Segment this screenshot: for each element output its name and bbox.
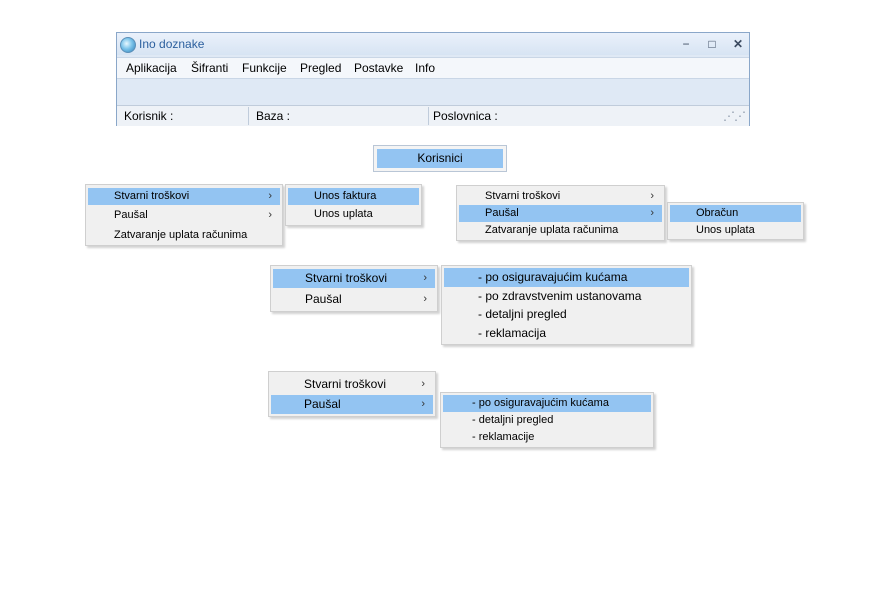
status-poslovnica: Poslovnica : xyxy=(433,109,498,123)
menu-item-detaljni-pregled[interactable]: - detaljni pregled xyxy=(443,412,651,429)
chevron-right-icon: › xyxy=(423,293,427,305)
menu-info[interactable]: Info xyxy=(415,61,435,75)
menu-item-zatvaranje[interactable]: Zatvaranje uplata računima xyxy=(459,222,662,239)
app-globe-icon xyxy=(120,37,136,53)
menu-postavke[interactable]: Postavke xyxy=(354,61,403,75)
chevron-right-icon: › xyxy=(268,209,272,221)
menu-item-unos-uplata[interactable]: Unos uplata xyxy=(288,206,419,223)
chevron-right-icon: › xyxy=(423,272,427,284)
chevron-right-icon: › xyxy=(268,190,272,202)
menu-pregled[interactable]: Pregled xyxy=(300,61,341,75)
menu-3-main: Stvarni troškovi › Paušal › xyxy=(270,265,438,312)
menu-item-pausal[interactable]: Paušal › xyxy=(271,395,433,414)
menu-bar: Aplikacija Šifranti Funkcije Pregled Pos… xyxy=(117,57,749,79)
menu-aplikacija[interactable]: Aplikacija xyxy=(126,61,177,75)
chevron-right-icon: › xyxy=(650,207,654,219)
menu-item-stvarni-troskovi[interactable]: Stvarni troškovi › xyxy=(88,188,280,205)
menu-item-obracun[interactable]: Obračun xyxy=(670,205,801,222)
maximize-button[interactable]: □ xyxy=(701,35,723,53)
title-bar[interactable]: Ino doznake − □ ✕ xyxy=(117,33,749,55)
menu-4-main: Stvarni troškovi › Paušal › xyxy=(268,371,436,417)
menu-1-sub: Unos faktura Unos uplata xyxy=(285,184,422,226)
menu-item-zatvaranje[interactable]: Zatvaranje uplata računima xyxy=(88,227,280,244)
menu-2-main: Stvarni troškovi › Paušal › Zatvaranje u… xyxy=(456,185,665,241)
menu-4-sub: - po osiguravajućim kućama - detaljni pr… xyxy=(440,392,654,448)
resize-grip-icon[interactable]: ⋰⋰ xyxy=(723,109,746,124)
menu-item-unos-faktura[interactable]: Unos faktura xyxy=(288,188,419,205)
chevron-right-icon: › xyxy=(421,378,425,390)
menu-item-stvarni-troskovi[interactable]: Stvarni troškovi › xyxy=(273,269,435,288)
menu-item-reklamacija[interactable]: - reklamacija xyxy=(444,324,689,343)
menu-sifranti[interactable]: Šifranti xyxy=(191,61,228,75)
menu-item-pausal[interactable]: Paušal › xyxy=(459,205,662,222)
menu-3-sub: - po osiguravajućim kućama - po zdravstv… xyxy=(441,265,692,345)
menu-1-main: Stvarni troškovi › Paušal › Zatvaranje u… xyxy=(85,184,283,246)
app-window: Ino doznake − □ ✕ Aplikacija Šifranti Fu… xyxy=(116,32,750,126)
status-korisnik: Korisnik : xyxy=(124,109,174,123)
korisnici-label: Korisnici xyxy=(377,149,503,168)
status-divider xyxy=(428,107,429,125)
menu-item-po-zdravstvenim[interactable]: - po zdravstvenim ustanovama xyxy=(444,287,689,306)
menu-funkcije[interactable]: Funkcije xyxy=(242,61,287,75)
menu-item-detaljni-pregled[interactable]: - detaljni pregled xyxy=(444,305,689,324)
close-button[interactable]: ✕ xyxy=(727,35,749,53)
menu-item-reklamacije[interactable]: - reklamacije xyxy=(443,429,651,446)
menu-item-stvarni-troskovi[interactable]: Stvarni troškovi › xyxy=(271,375,433,394)
minimize-button[interactable]: − xyxy=(675,35,697,53)
menu-item-po-osiguravajucim[interactable]: - po osiguravajućim kućama xyxy=(443,395,651,412)
chevron-right-icon: › xyxy=(650,190,654,202)
menu-item-po-osiguravajucim[interactable]: - po osiguravajućim kućama xyxy=(444,268,689,287)
menu-2-sub: Obračun Unos uplata xyxy=(667,202,804,240)
menu-item-pausal[interactable]: Paušal › xyxy=(88,207,280,224)
menu-item-stvarni-troskovi[interactable]: Stvarni troškovi › xyxy=(459,188,662,205)
korisnici-button[interactable]: Korisnici xyxy=(373,145,507,172)
chevron-right-icon: › xyxy=(421,398,425,410)
status-divider xyxy=(248,107,249,125)
window-title: Ino doznake xyxy=(139,37,205,51)
menu-item-pausal[interactable]: Paušal › xyxy=(273,290,435,309)
menu-item-unos-uplata[interactable]: Unos uplata xyxy=(670,222,801,239)
status-bar: Korisnik : Baza : Poslovnica : ⋰⋰ xyxy=(117,105,749,126)
status-baza: Baza : xyxy=(256,109,291,123)
